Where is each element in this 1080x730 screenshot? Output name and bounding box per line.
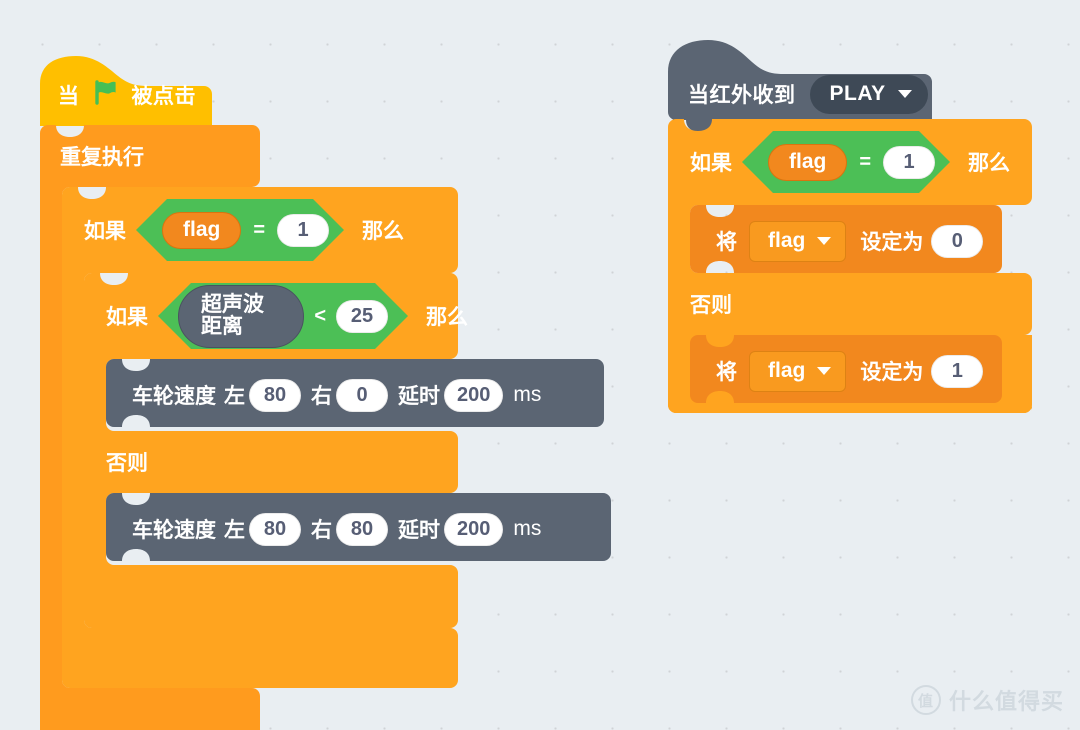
boolean-equals-flag-1[interactable]: flag = 1 bbox=[136, 199, 344, 261]
boolean-less-than-ultrasonic[interactable]: 超声波距离 < 25 bbox=[158, 283, 408, 349]
boolean-operands: flag = 1 bbox=[136, 211, 355, 249]
green-flag-icon bbox=[93, 79, 119, 111]
wheel-delay-label: 延时 bbox=[398, 519, 440, 542]
set-flag-label-group: 将 flag 设定为 1 bbox=[712, 350, 984, 392]
ir-then-label: 那么 bbox=[968, 152, 1010, 175]
set-to-label: 设定为 bbox=[860, 361, 924, 384]
inner-else-label: 否则 bbox=[106, 452, 148, 475]
wheel-speed-label-group: 车轮速度 左 80 右 0 延时 200 ms bbox=[128, 378, 545, 412]
block-wheel-speed-else[interactable]: 车轮速度 左 80 右 80 延时 200 ms bbox=[106, 493, 611, 565]
ir-if-header: 如果 flag = 1 那么 bbox=[668, 119, 1014, 205]
variable-dropdown-flag[interactable]: flag bbox=[749, 350, 847, 392]
forever-header: 重复执行 bbox=[40, 125, 260, 187]
wheel-speed-label: 车轮速度 bbox=[132, 519, 216, 542]
block-wheel-speed-then[interactable]: 车轮速度 左 80 右 0 延时 200 ms bbox=[106, 359, 604, 431]
inner-if-header: 如果 超声波距离 < 25 那么 bbox=[84, 273, 472, 359]
hat-when-ir-received[interactable]: 当红外收到 PLAY bbox=[668, 36, 932, 132]
ir-message-dropdown[interactable]: PLAY bbox=[809, 74, 928, 114]
input-right-speed[interactable]: 0 bbox=[336, 378, 388, 412]
input-delay[interactable]: 200 bbox=[444, 378, 504, 412]
watermark-text: 什么值得买 bbox=[948, 689, 1064, 714]
input-delay[interactable]: 200 bbox=[444, 512, 504, 546]
forever-label: 重复执行 bbox=[60, 146, 144, 169]
variable-dropdown-value: flag bbox=[768, 228, 806, 252]
inner-then-label: 那么 bbox=[426, 306, 468, 329]
variable-flag[interactable]: flag bbox=[768, 143, 848, 181]
ir-if-label: 如果 bbox=[690, 152, 732, 175]
ir-else-label: 否则 bbox=[690, 294, 732, 317]
input-right-speed[interactable]: 80 bbox=[336, 512, 388, 546]
ir-hat-label-group: 当红外收到 PLAY bbox=[684, 74, 928, 114]
script-main[interactable]: 当 被点击 重复执行 如果 flag = 1 那么 如果 超声波距离 < 25 … bbox=[40, 54, 611, 730]
block-workspace-canvas[interactable]: 当 被点击 重复执行 如果 flag = 1 那么 如果 超声波距离 < 25 … bbox=[0, 0, 1080, 730]
hat-label-group: 当 被点击 bbox=[54, 79, 200, 111]
variable-dropdown-value: flag bbox=[768, 358, 806, 382]
variable-flag[interactable]: flag bbox=[162, 211, 242, 249]
set-flag-label-group: 将 flag 设定为 0 bbox=[712, 220, 984, 262]
watermark-badge: 值 bbox=[910, 685, 941, 715]
inner-else-header: 否则 bbox=[84, 431, 152, 493]
block-set-flag-0[interactable]: 将 flag 设定为 0 bbox=[690, 205, 1002, 277]
reporter-ultrasonic-distance[interactable]: 超声波距离 bbox=[178, 284, 305, 348]
wheel-left-label: 左 bbox=[224, 519, 245, 542]
chevron-down-icon bbox=[817, 366, 832, 375]
operator-less-than: < bbox=[314, 304, 326, 327]
operator-equals: = bbox=[253, 218, 266, 241]
if-header: 如果 flag = 1 那么 bbox=[62, 187, 408, 273]
wheel-right-label: 右 bbox=[311, 385, 332, 408]
chevron-down-icon bbox=[817, 236, 832, 245]
wheel-delay-label: 延时 bbox=[398, 385, 440, 408]
input-left-speed[interactable]: 80 bbox=[249, 512, 301, 546]
ir-message-value: PLAY bbox=[829, 81, 886, 105]
input-compare-value[interactable]: 1 bbox=[277, 213, 330, 247]
input-left-speed[interactable]: 80 bbox=[249, 378, 301, 412]
then-label: 那么 bbox=[362, 220, 404, 243]
wheel-left-label: 左 bbox=[224, 385, 245, 408]
if-label: 如果 bbox=[84, 220, 126, 243]
hat-label-clicked: 被点击 bbox=[131, 85, 196, 108]
boolean-equals-flag-1[interactable]: flag = 1 bbox=[742, 131, 950, 193]
set-label: 将 bbox=[716, 231, 737, 254]
input-compare-value[interactable]: 1 bbox=[883, 145, 936, 179]
wheel-right-label: 右 bbox=[311, 519, 332, 542]
variable-dropdown-flag[interactable]: flag bbox=[749, 220, 847, 262]
hat-when-flag-clicked[interactable]: 当 被点击 bbox=[40, 54, 212, 136]
block-set-flag-1[interactable]: 将 flag 设定为 1 bbox=[690, 335, 1002, 407]
wheel-delay-unit: ms bbox=[513, 383, 542, 406]
boolean-operands: flag = 1 bbox=[742, 143, 961, 181]
inner-if-label: 如果 bbox=[106, 306, 148, 329]
input-compare-value[interactable]: 25 bbox=[336, 299, 388, 333]
ir-else-header: 否则 bbox=[668, 273, 736, 335]
input-set-value[interactable]: 0 bbox=[931, 224, 984, 258]
ir-hat-label: 当红外收到 bbox=[688, 84, 796, 107]
wheel-delay-unit: ms bbox=[513, 517, 542, 540]
operator-equals: = bbox=[859, 150, 872, 173]
set-label: 将 bbox=[716, 361, 737, 384]
wheel-speed-label: 车轮速度 bbox=[132, 385, 216, 408]
watermark: 值 什么值得买 bbox=[910, 684, 1064, 716]
input-set-value[interactable]: 1 bbox=[931, 354, 984, 388]
chevron-down-icon bbox=[897, 89, 912, 98]
script-ir-receive[interactable]: 当红外收到 PLAY 如果 flag = 1 那么 将 flag 设定为 0 否… bbox=[668, 36, 1032, 413]
set-to-label: 设定为 bbox=[860, 231, 924, 254]
boolean-operands: 超声波距离 < 25 bbox=[158, 284, 408, 348]
wheel-speed-label-group: 车轮速度 左 80 右 80 延时 200 ms bbox=[128, 512, 545, 546]
hat-label-when: 当 bbox=[58, 85, 80, 108]
